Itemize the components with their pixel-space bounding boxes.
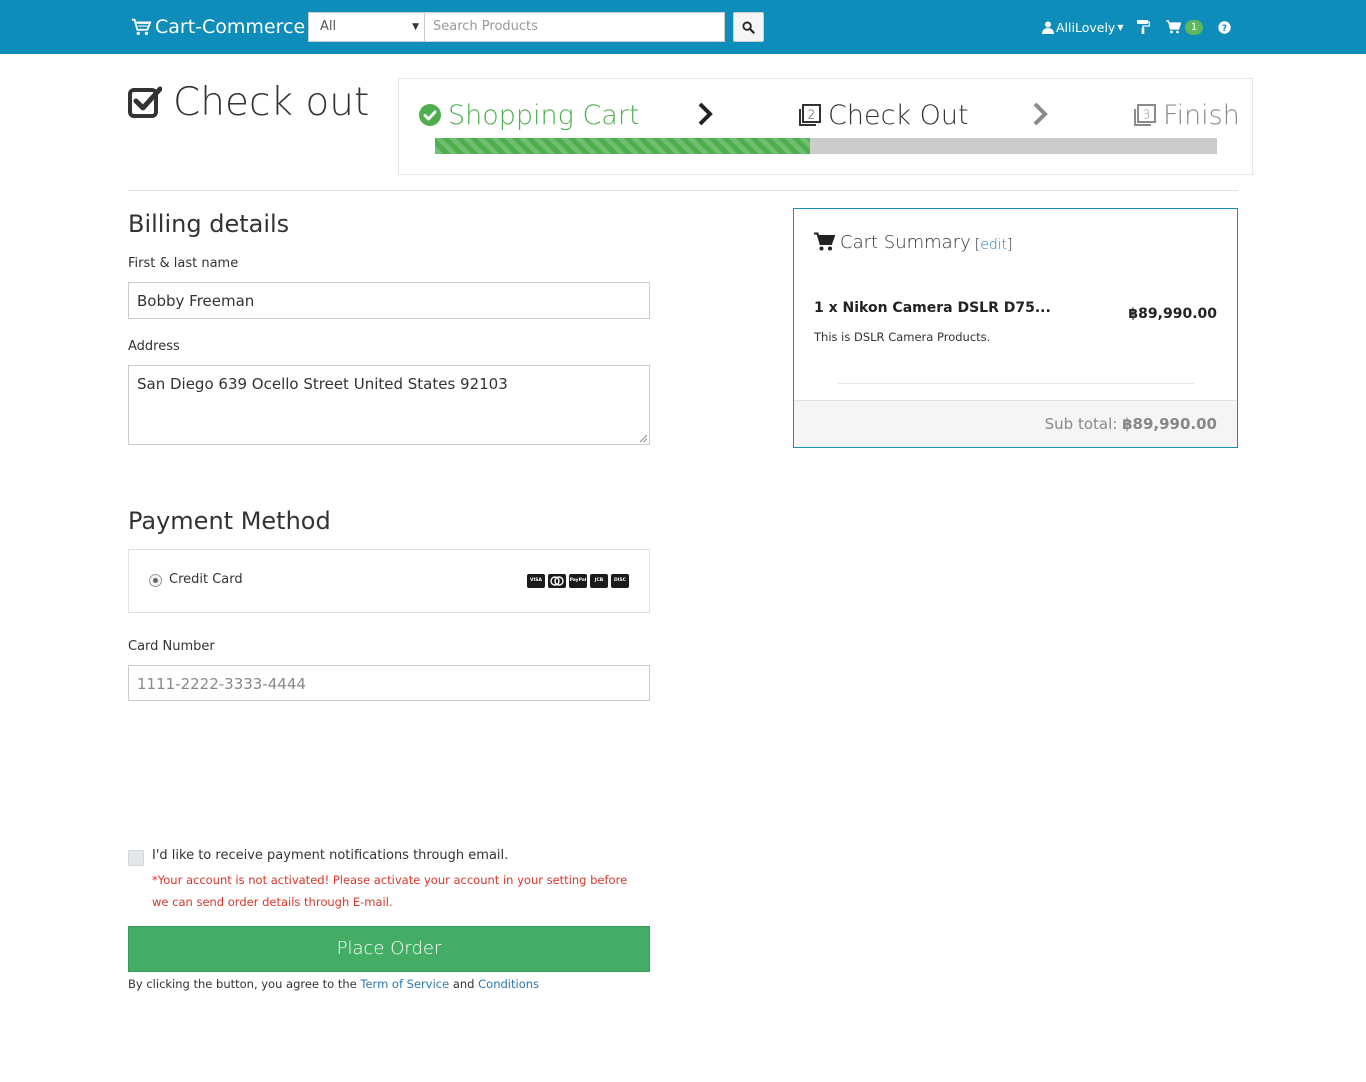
cart-summary-title: Cart Summary <box>840 232 971 253</box>
card-brand-logos: VISA PayPal JCB DISC <box>524 574 629 588</box>
nav-cart-button[interactable]: 1 <box>1166 0 1203 54</box>
resize-handle-icon[interactable] <box>639 434 648 443</box>
summary-divider <box>838 383 1194 384</box>
terms-agreement-text: By clicking the button, you agree to the… <box>128 977 539 991</box>
email-notification-label: I'd like to receive payment notification… <box>152 848 509 863</box>
dropdown-caret-icon: ▼ <box>412 22 419 32</box>
agree-prefix: By clicking the button, you agree to the <box>128 977 357 991</box>
visa-card-icon: VISA <box>527 574 545 588</box>
top-navbar: Cart-Commerce All ▼ Search Products Alli… <box>0 0 1366 54</box>
step-finish: 3 Finish <box>1133 99 1240 131</box>
cart-icon <box>814 232 835 250</box>
svg-text:3: 3 <box>1143 107 1151 121</box>
cart-count-badge: 1 <box>1185 19 1203 35</box>
cart-item-name: 1 x Nikon Camera DSLR D75... <box>814 300 1051 316</box>
step-label: Finish <box>1163 99 1240 131</box>
checkbox-checked-icon <box>128 86 162 118</box>
checkout-steps: Shopping Cart 2 Check Out 3 Finish <box>398 78 1253 175</box>
summary-footer: Sub total: ฿89,990.00 <box>794 400 1237 447</box>
number-3-box-icon: 3 <box>1134 103 1156 126</box>
check-circle-icon <box>419 104 441 126</box>
step-shopping-cart[interactable]: Shopping Cart <box>419 99 640 131</box>
edit-cart-wrapper: [edit] <box>975 237 1013 253</box>
edit-cart-link[interactable]: edit <box>980 237 1007 253</box>
question-circle-icon: ? <box>1218 20 1231 34</box>
card-number-label: Card Number <box>128 639 215 654</box>
paint-roller-icon <box>1137 20 1150 34</box>
progress-bar-fill <box>435 138 811 154</box>
step-label: Check Out <box>828 99 969 131</box>
user-menu-dropdown[interactable]: AlliLovely ▼ <box>1042 0 1123 54</box>
cart-item-description: This is DSLR Camera Products. <box>814 330 991 344</box>
username: AlliLovely <box>1056 19 1116 35</box>
subtotal-label: Sub total: <box>1044 415 1118 433</box>
theme-paint-button[interactable] <box>1137 0 1150 54</box>
brand-name: Cart-Commerce <box>155 16 306 38</box>
checkout-progress-bar <box>435 138 1217 154</box>
caret-down-icon: ▼ <box>1117 22 1124 32</box>
credit-card-radio[interactable] <box>149 574 162 587</box>
search-placeholder: Search Products <box>433 19 538 34</box>
terms-of-service-link[interactable]: Term of Service <box>360 977 449 991</box>
brand-logo-link[interactable]: Cart-Commerce <box>130 14 305 40</box>
payment-option-credit-card[interactable]: Credit Card VISA PayPal JCB DISC <box>128 549 650 613</box>
category-select[interactable]: All ▼ <box>308 12 425 42</box>
help-button[interactable]: ? <box>1218 0 1231 54</box>
header-divider <box>128 190 1238 191</box>
email-notification-checkbox[interactable] <box>128 850 144 866</box>
shopping-cart-logo-icon <box>131 18 152 36</box>
jcb-card-icon: JCB <box>590 574 608 588</box>
user-icon <box>1042 21 1054 34</box>
bracket-close: ] <box>1007 237 1013 253</box>
conditions-link[interactable]: Conditions <box>478 977 539 991</box>
subtotal-value: ฿89,990.00 <box>1122 415 1217 433</box>
place-order-button[interactable]: Place Order <box>128 926 650 972</box>
subtotal: Sub total: ฿89,990.00 <box>1045 415 1217 433</box>
page-title: Check out <box>128 78 369 126</box>
svg-text:?: ? <box>1222 24 1227 34</box>
billing-details-heading: Billing details <box>128 210 290 238</box>
chevron-right-icon <box>698 102 713 126</box>
page-title-text: Check out <box>173 79 370 125</box>
name-label: First & last name <box>128 256 239 271</box>
search-button[interactable] <box>733 12 764 42</box>
card-number-input[interactable]: 1111-2222-3333-4444 <box>128 665 650 701</box>
agree-and: and <box>452 977 475 991</box>
payment-method-heading: Payment Method <box>128 507 331 535</box>
svg-text:2: 2 <box>808 107 816 121</box>
name-field[interactable]: Bobby Freeman <box>128 282 650 319</box>
search-input[interactable]: Search Products <box>425 12 725 42</box>
chevron-right-icon <box>1033 102 1048 126</box>
category-selected-value: All <box>320 19 337 34</box>
address-label: Address <box>128 339 180 354</box>
step-label: Shopping Cart <box>448 99 640 131</box>
credit-card-label: Credit Card <box>169 572 243 587</box>
mastercard-icon <box>548 574 566 588</box>
account-not-activated-warning: *Your account is not activated! Please a… <box>152 873 628 909</box>
cart-summary-heading: Cart Summary [edit] <box>814 229 1013 253</box>
search-icon <box>742 20 755 34</box>
address-value: San Diego 639 Ocello Street United State… <box>137 375 508 393</box>
cart-item-price: ฿89,990.00 <box>1128 306 1217 322</box>
address-textarea[interactable]: San Diego 639 Ocello Street United State… <box>128 365 650 445</box>
cart-summary-panel: Cart Summary [edit] 1 x Nikon Camera DSL… <box>793 208 1238 448</box>
number-2-box-icon: 2 <box>799 103 821 126</box>
discover-card-icon: DISC <box>611 574 629 588</box>
step-check-out: 2 Check Out <box>798 99 969 131</box>
cart-icon <box>1166 20 1181 34</box>
paypal-card-icon: PayPal <box>569 574 587 588</box>
